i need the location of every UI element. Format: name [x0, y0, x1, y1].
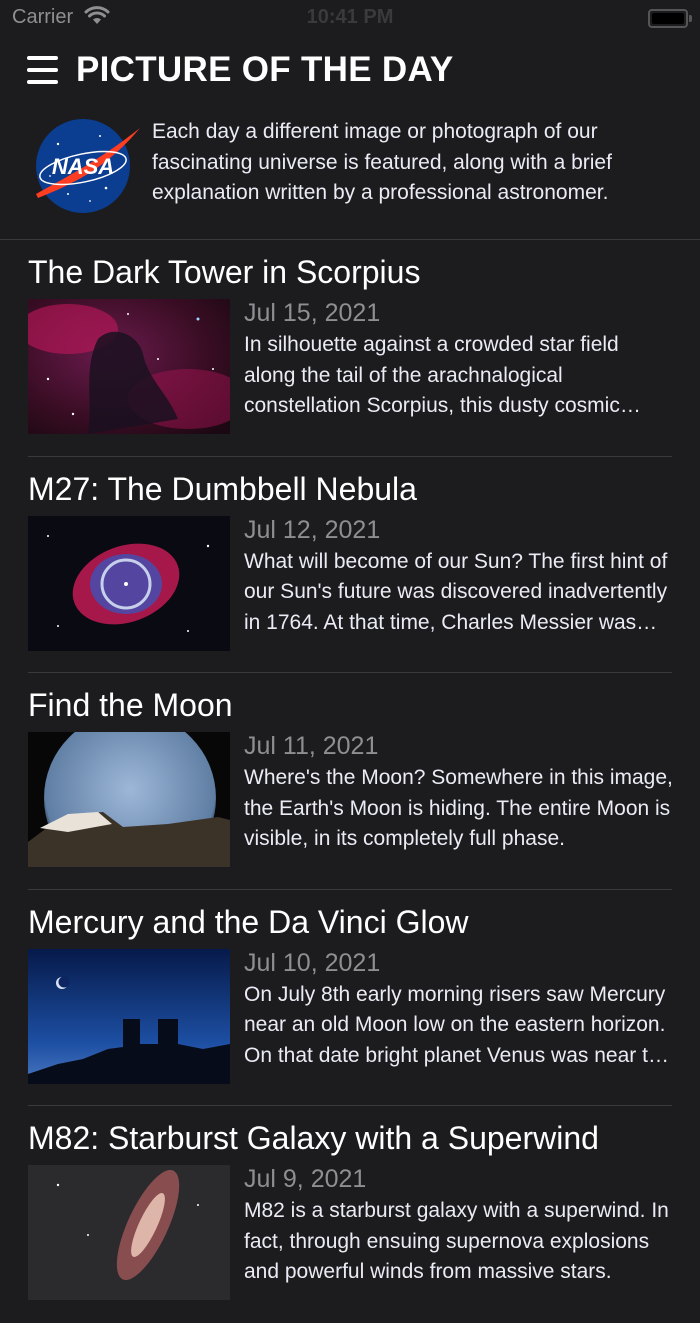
item-date: Jul 12, 2021 [244, 515, 381, 544]
list-item[interactable]: The Dark Tower in Scorpius Jul 15, 2021 … [0, 240, 700, 457]
navigation-bar: PICTURE OF THE DAY [0, 40, 700, 100]
list-item[interactable]: Find the Moon Jul 11, 2021 Where's the M… [0, 673, 700, 890]
list-item[interactable]: Mercury and the Da Vinci Glow Jul 10, 20… [0, 890, 700, 1107]
item-title: Find the Moon [28, 687, 233, 724]
status-bar: Carrier 10:41 PM [0, 0, 700, 36]
item-date: Jul 11, 2021 [244, 732, 379, 761]
item-date: Jul 15, 2021 [244, 299, 381, 327]
item-description: In silhouette against a crowded star fie… [244, 333, 620, 417]
item-description: M82 is a starburst galaxy with a superwi… [244, 1199, 669, 1284]
battery-icon [648, 9, 692, 28]
page-title: PICTURE OF THE DAY [76, 50, 454, 89]
item-description: On July 8th early morning risers saw Mer… [244, 982, 672, 1067]
intro-description: Each day a different image or photograph… [152, 120, 612, 204]
item-description: What will become of our Sun? The first h… [244, 549, 668, 634]
item-title: Mercury and the Da Vinci Glow [28, 903, 469, 940]
item-thumbnail [28, 948, 230, 1084]
list-item[interactable]: M82: Starburst Galaxy with a Superwind J… [0, 1106, 700, 1323]
nasa-logo-text: NASA [52, 154, 114, 179]
apod-list: The Dark Tower in Scorpius Jul 15, 2021 … [0, 240, 700, 1323]
item-date: Jul 10, 2021 [244, 948, 381, 977]
hamburger-menu-icon[interactable] [27, 54, 58, 88]
item-thumbnail [28, 299, 230, 434]
item-description: Where's the Moon? Somewhere in this imag… [244, 766, 673, 851]
item-title: The Dark Tower in Scorpius [28, 254, 421, 290]
intro-section: NASA Each day a different image or photo… [0, 112, 700, 238]
item-thumbnail [28, 732, 230, 868]
item-title: M82: Starburst Galaxy with a Superwind [28, 1120, 599, 1157]
item-thumbnail [28, 1165, 230, 1301]
item-thumbnail [28, 515, 230, 651]
status-time: 10:41 PM [306, 6, 394, 28]
list-item[interactable]: M27: The Dumbbell Nebula Jul 12, 2021 Wh… [0, 457, 700, 674]
item-title: M27: The Dumbbell Nebula [28, 470, 417, 507]
nasa-logo: NASA [36, 119, 140, 213]
item-date: Jul 9, 2021 [244, 1165, 367, 1194]
